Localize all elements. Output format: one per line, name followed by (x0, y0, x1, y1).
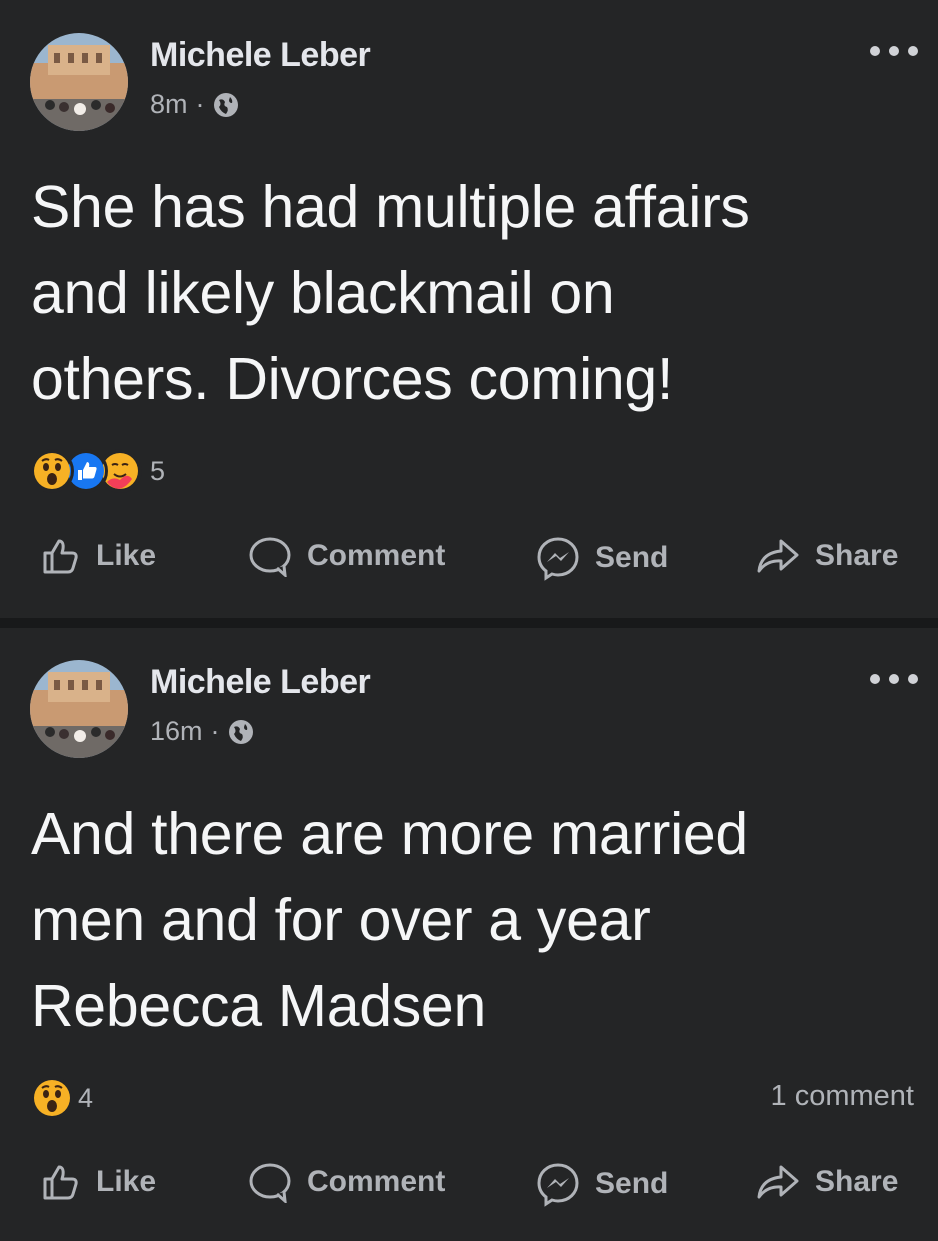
post-text-line: She has had multiple affairs (31, 174, 750, 240)
comment-icon (249, 537, 291, 577)
wow-reaction-icon (30, 449, 74, 493)
share-icon (757, 1165, 799, 1199)
post-text-line: and likely blackmail on (31, 260, 615, 326)
post-text: And there are more married men and for o… (31, 791, 911, 1049)
post-text-line: men and for over a year (31, 887, 651, 953)
share-label: Share (815, 539, 899, 572)
meta-separator: · (210, 716, 220, 746)
post-text-line: Rebecca Madsen (31, 973, 486, 1039)
comment-label: Comment (307, 539, 446, 572)
reaction-count: 4 (78, 1082, 94, 1113)
share-button[interactable]: Share (755, 1161, 898, 1203)
globe-icon (228, 719, 254, 745)
like-button[interactable]: Like (40, 535, 156, 577)
share-icon (757, 539, 799, 573)
send-label: Send (595, 541, 669, 574)
more-options-icon[interactable] (870, 672, 918, 686)
post-card: Michele Leber 16m · And there are more m… (0, 628, 938, 1241)
share-label: Share (815, 1165, 899, 1198)
post-text-line: And there are more married (31, 801, 748, 867)
post-text: She has had multiple affairs and likely … (31, 164, 911, 422)
globe-icon (213, 92, 239, 118)
reaction-summary[interactable]: 5 (30, 449, 165, 493)
post-meta: 16m · (150, 716, 254, 747)
reaction-count: 5 (150, 455, 166, 486)
post-card: Michele Leber 8m · She has had multiple … (0, 0, 938, 618)
comment-count[interactable]: 1 comment (771, 1080, 914, 1113)
comment-icon (249, 1163, 291, 1203)
post-text-line: others. Divorces coming! (31, 346, 674, 412)
messenger-send-icon (537, 1163, 579, 1207)
post-divider (0, 618, 938, 628)
like-icon (43, 539, 78, 574)
action-bar: Like Comment Send Share (0, 535, 938, 595)
action-bar: Like Comment Send Share (0, 1161, 938, 1221)
send-button[interactable]: Send (535, 1161, 668, 1207)
post-time[interactable]: 8m (150, 89, 188, 120)
send-button[interactable]: Send (535, 535, 668, 581)
share-button[interactable]: Share (755, 535, 898, 577)
send-label: Send (595, 1167, 669, 1200)
comment-label: Comment (307, 1165, 446, 1198)
author-name[interactable]: Michele Leber (150, 663, 371, 702)
post-meta: 8m · (150, 89, 239, 120)
like-label: Like (96, 1165, 157, 1198)
like-label: Like (96, 539, 157, 572)
comment-button[interactable]: Comment (247, 535, 445, 577)
meta-separator: · (195, 89, 205, 119)
avatar[interactable] (30, 33, 128, 131)
wow-reaction-icon (30, 1076, 74, 1120)
more-options-icon[interactable] (870, 44, 918, 58)
like-button[interactable]: Like (40, 1161, 156, 1203)
messenger-send-icon (537, 537, 579, 581)
author-name[interactable]: Michele Leber (150, 36, 371, 75)
comment-button[interactable]: Comment (247, 1161, 445, 1203)
avatar[interactable] (30, 660, 128, 758)
like-icon (43, 1165, 78, 1200)
post-time[interactable]: 16m (150, 716, 203, 747)
reaction-summary[interactable]: 4 (30, 1076, 93, 1120)
